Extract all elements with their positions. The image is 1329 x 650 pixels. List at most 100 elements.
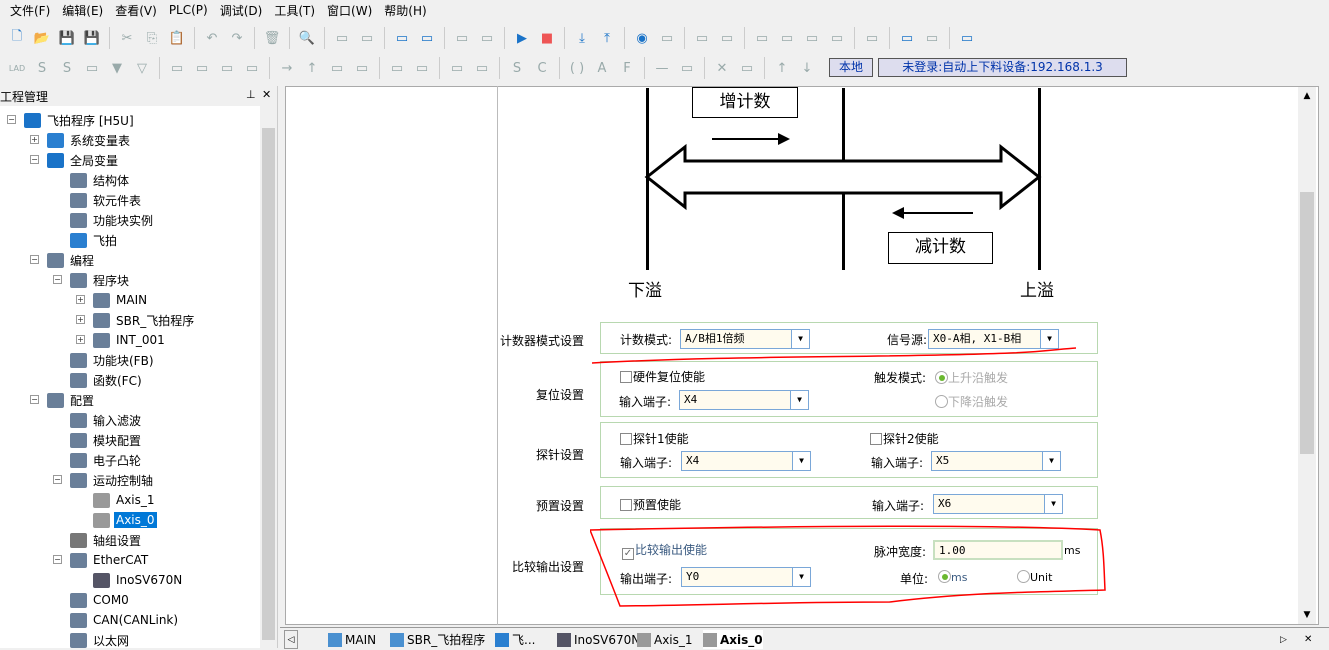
tree-item[interactable]: MAIN: [93, 290, 149, 310]
book-icon[interactable]: ▭: [956, 27, 978, 49]
open-icon[interactable]: 📂: [31, 27, 53, 49]
no-contact-icon[interactable]: ▭: [386, 57, 408, 79]
set-icon[interactable]: S: [506, 57, 528, 79]
scroll-up-icon[interactable]: ▲: [1298, 91, 1316, 101]
tree-item[interactable]: 软元件表: [70, 190, 143, 210]
tree-item[interactable]: SBR_飞拍程序: [93, 310, 196, 330]
tree-item[interactable]: 程序块: [70, 270, 131, 290]
s-icon[interactable]: S: [31, 57, 53, 79]
collapse-icon[interactable]: −: [53, 475, 62, 484]
test-icon[interactable]: ▭: [861, 27, 883, 49]
undo-icon[interactable]: ↶: [201, 27, 223, 49]
debug-icon[interactable]: ▭: [691, 27, 713, 49]
func-a-icon[interactable]: A: [591, 57, 613, 79]
func-f-icon[interactable]: F: [616, 57, 638, 79]
tree-item[interactable]: 系统变量表: [47, 130, 132, 150]
cfg3-icon[interactable]: ▭: [801, 27, 823, 49]
tree-item[interactable]: 轴组设置: [70, 530, 143, 550]
redo-icon[interactable]: ↷: [226, 27, 248, 49]
compile-icon[interactable]: ▭: [451, 27, 473, 49]
tree-scrollbar-thumb[interactable]: [262, 128, 275, 640]
close-icon[interactable]: ✕: [262, 88, 271, 101]
line-icon[interactable]: —: [651, 57, 673, 79]
menu-3[interactable]: PLC(P): [165, 3, 216, 17]
paste-icon[interactable]: 📋: [166, 27, 188, 49]
tree-item[interactable]: 函数(FC): [70, 370, 144, 390]
compile-all-icon[interactable]: ▭: [476, 27, 498, 49]
expand-icon[interactable]: +: [30, 135, 39, 144]
logout-icon[interactable]: ▭: [921, 27, 943, 49]
coil-icon[interactable]: ( ): [566, 57, 588, 79]
upload-icon[interactable]: ⤒: [596, 27, 618, 49]
delete-icon[interactable]: 🗑: [261, 27, 283, 49]
new-icon[interactable]: 🗋: [6, 27, 28, 49]
trace-icon[interactable]: ▭: [656, 27, 678, 49]
run-icon[interactable]: ▶: [511, 27, 533, 49]
window-cascade-icon[interactable]: ▭: [391, 27, 413, 49]
cross-icon[interactable]: ✕: [711, 57, 733, 79]
cfg4-icon[interactable]: ▭: [826, 27, 848, 49]
menu-1[interactable]: 编辑(E): [58, 2, 111, 19]
line2-icon[interactable]: ▭: [676, 57, 698, 79]
collapse-icon[interactable]: −: [30, 395, 39, 404]
vline-icon[interactable]: ↑: [301, 57, 323, 79]
tree-item[interactable]: Axis_1: [93, 490, 157, 510]
find-icon[interactable]: 🔍: [296, 27, 318, 49]
cut-icon[interactable]: ✂: [116, 27, 138, 49]
tree-item[interactable]: 配置: [47, 390, 96, 410]
cfg2-icon[interactable]: ▭: [776, 27, 798, 49]
tree-item[interactable]: InoSV670N: [93, 570, 184, 590]
down2-icon[interactable]: ↓: [796, 57, 818, 79]
tab-inosv670n[interactable]: InoSV670N: [557, 630, 640, 649]
tab--[interactable]: 飞...: [495, 630, 535, 649]
lad-icon[interactable]: LAD: [6, 57, 28, 79]
cfg1-icon[interactable]: ▭: [751, 27, 773, 49]
rising-icon[interactable]: ▭: [446, 57, 468, 79]
collapse-icon[interactable]: −: [53, 275, 62, 284]
down-icon[interactable]: ▼: [106, 57, 128, 79]
nc-contact-icon[interactable]: ▭: [411, 57, 433, 79]
hline-icon[interactable]: →: [276, 57, 298, 79]
tree-item[interactable]: 飞拍程序 [H5U]: [24, 110, 136, 130]
parallel4-icon[interactable]: ▭: [241, 57, 263, 79]
menu-2[interactable]: 查看(V): [111, 2, 165, 19]
down-outline-icon[interactable]: ▽: [131, 57, 153, 79]
parallel2-icon[interactable]: ▭: [191, 57, 213, 79]
tree-item[interactable]: 编程: [47, 250, 96, 270]
expand-icon[interactable]: +: [76, 295, 85, 304]
scroll-down-icon[interactable]: ▼: [1298, 610, 1316, 620]
content-scrollbar-thumb[interactable]: [1300, 192, 1314, 454]
contact-icon[interactable]: ▭: [81, 57, 103, 79]
falling-icon[interactable]: ▭: [471, 57, 493, 79]
save-all-icon[interactable]: 💾: [81, 27, 103, 49]
tab-main[interactable]: MAIN: [328, 630, 376, 649]
save-icon[interactable]: 💾: [56, 27, 78, 49]
corner2-icon[interactable]: ▭: [351, 57, 373, 79]
expand-icon[interactable]: +: [76, 335, 85, 344]
copy-icon[interactable]: ⎘: [141, 27, 163, 49]
print-icon[interactable]: ▭: [356, 27, 378, 49]
window-switch-icon[interactable]: ▭: [416, 27, 438, 49]
up-icon[interactable]: ↑: [771, 57, 793, 79]
tab-sbr-[interactable]: SBR_飞拍程序: [390, 630, 485, 649]
tree-item[interactable]: 以太网: [70, 630, 131, 650]
download-icon[interactable]: ⤓: [571, 27, 593, 49]
pin-icon[interactable]: ⊥: [246, 88, 256, 101]
expand-icon[interactable]: +: [76, 315, 85, 324]
tree-item[interactable]: 功能块实例: [70, 210, 155, 230]
print-preview-icon[interactable]: ▭: [331, 27, 353, 49]
tree-item[interactable]: 全局变量: [47, 150, 120, 170]
tree-item[interactable]: 功能块(FB): [70, 350, 156, 370]
edit-icon[interactable]: ▭: [716, 27, 738, 49]
tree-item[interactable]: CAN(CANLink): [70, 610, 180, 630]
tree-item[interactable]: 模块配置: [70, 430, 143, 450]
menu-6[interactable]: 窗口(W): [323, 2, 380, 19]
parallel1-icon[interactable]: ▭: [166, 57, 188, 79]
tree-item[interactable]: 输入滤波: [70, 410, 143, 430]
parallel3-icon[interactable]: ▭: [216, 57, 238, 79]
tree-item[interactable]: 运动控制轴: [70, 470, 155, 490]
tree-item[interactable]: 电子凸轮: [70, 450, 143, 470]
corner1-icon[interactable]: ▭: [326, 57, 348, 79]
collapse-icon[interactable]: −: [7, 115, 16, 124]
tree-item[interactable]: COM0: [70, 590, 131, 610]
